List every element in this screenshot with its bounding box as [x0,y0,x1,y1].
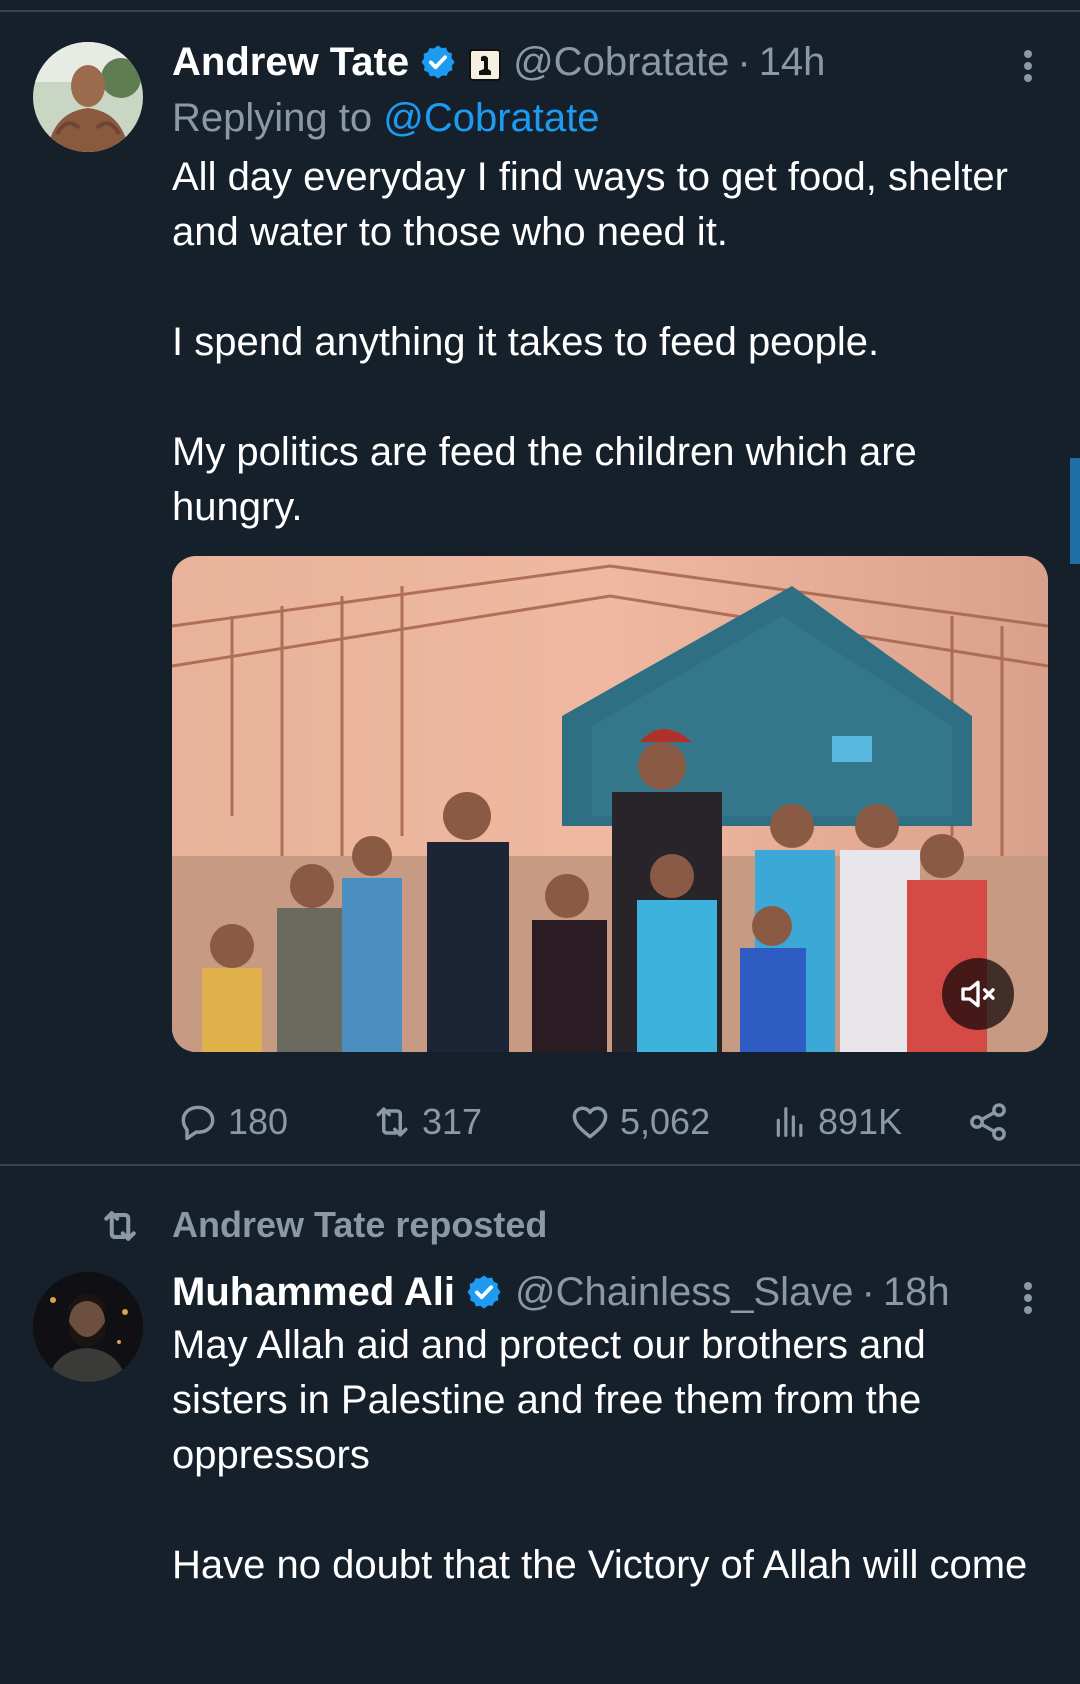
views-bars-icon [776,1107,803,1137]
separator-dot: · [737,39,751,84]
user-handle[interactable]: @Chainless_Slave [515,1270,854,1315]
view-count: 891K [818,1101,903,1142]
affiliate-badge-icon[interactable] [469,46,502,81]
tweet-actions: 180 317 5,062 891K [172,1094,1032,1150]
timestamp[interactable]: 18h [883,1270,950,1315]
avatar[interactable] [33,42,143,152]
verified-badge-icon[interactable] [465,1273,503,1311]
share-icon [970,1103,1006,1141]
reply-count: 180 [228,1101,289,1142]
tweet-muhammed-ali[interactable]: Andrew Tate reposted Muhammed Ali @Chain… [0,1168,1080,1684]
reply-button[interactable]: 180 [176,1094,288,1150]
like-button[interactable]: 5,062 [568,1094,710,1150]
share-button[interactable] [966,1094,1018,1150]
views-button[interactable]: 891K [770,1094,902,1150]
tweet-andrew-tate[interactable]: Andrew Tate @Cobratate · 14h Replying to… [0,14,1080,1166]
avatar[interactable] [33,1272,143,1382]
user-handle[interactable]: @Cobratate [513,40,729,85]
like-count: 5,062 [620,1101,711,1142]
repost-count: 317 [422,1101,483,1142]
repost-button[interactable]: 317 [370,1094,482,1150]
display-name[interactable]: Muhammed Ali [172,1270,455,1315]
replying-to-mention[interactable]: @Cobratate [383,96,599,140]
tweet-video[interactable] [172,556,1048,1052]
more-dots-icon[interactable] [1008,44,1048,88]
tweet-header: Muhammed Ali @Chainless_Slave · 18h [172,1264,1048,1320]
tweet-text: May Allah aid and protect our brothers a… [172,1323,1028,1587]
repost-icon [376,1107,408,1137]
muted-speaker-icon [961,980,995,1008]
timestamp[interactable]: 14h [759,40,826,85]
verified-badge-icon[interactable] [419,43,457,81]
reply-bubble-icon [181,1105,215,1141]
repost-icon [104,1211,136,1241]
tweet-text: All day everyday I find ways to get food… [172,155,1008,529]
display-name[interactable]: Andrew Tate [172,40,409,85]
separator-dot: · [861,1269,875,1314]
more-dots-icon[interactable] [1008,1276,1048,1320]
top-divider [0,0,1080,12]
replying-prefix: Replying to [172,96,384,140]
tweet-header: Andrew Tate @Cobratate · 14h [172,34,1048,90]
replying-to: Replying to @Cobratate [172,90,1048,146]
mute-toggle-button[interactable] [942,958,1014,1030]
heart-icon [572,1106,608,1139]
